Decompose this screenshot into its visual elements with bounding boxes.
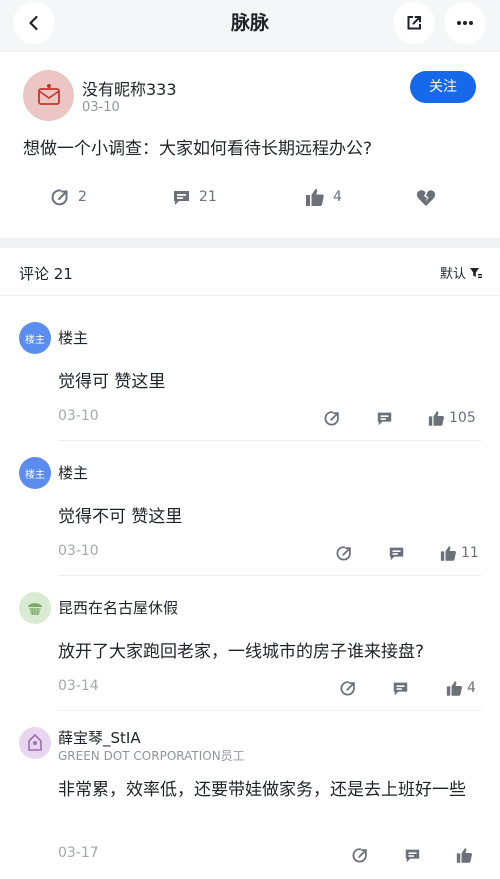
comment-text: 觉得可 赞这里 — [58, 372, 166, 392]
comment-forward-button[interactable] — [324, 408, 341, 428]
envelope-avatar-icon — [35, 82, 63, 110]
like-count: 105 — [449, 410, 476, 426]
avatar-label: 楼主 — [25, 334, 45, 346]
comment-like-button[interactable]: 11 — [440, 543, 479, 563]
commenter-name[interactable]: 昆西在名古屋休假 — [58, 597, 178, 618]
commenter-name[interactable]: 楼主 — [58, 327, 88, 348]
comment-text: 非常累，效率低，还要带娃做家务，还是去上班好一些 — [58, 780, 466, 800]
avatar[interactable]: 楼主 — [19, 457, 51, 489]
thumbs-up-icon — [428, 410, 445, 427]
forward-count: 2 — [78, 189, 87, 205]
comment-icon — [172, 188, 191, 207]
post-date: 03-10 — [82, 100, 120, 115]
divider — [58, 575, 482, 576]
comments-title: 评论 21 — [19, 265, 73, 283]
comment-date: 03-17 — [58, 845, 99, 861]
forward-icon — [340, 680, 357, 697]
thumbs-up-icon — [305, 188, 325, 207]
like-count: 4 — [333, 189, 342, 205]
comment-reply-button[interactable] — [404, 845, 421, 865]
comment-reply-button[interactable] — [392, 678, 409, 698]
post-question: 想做一个小调查：大家如何看待长期远程办公? — [23, 139, 373, 159]
commenter-company: GREEN DOT CORPORATION员工 — [58, 749, 245, 763]
comment-forward-button[interactable] — [352, 845, 369, 865]
commenter-name[interactable]: 楼主 — [58, 462, 88, 483]
comment-like-button[interactable] — [456, 845, 477, 865]
avatar[interactable] — [19, 727, 51, 759]
dislike-button[interactable] — [416, 184, 436, 210]
sort-dropdown[interactable]: 默认 — [440, 263, 482, 282]
comment-forward-button[interactable] — [340, 678, 357, 698]
filter-icon — [469, 266, 482, 279]
like-count: 4 — [467, 680, 476, 696]
comment-reply-button[interactable] — [388, 543, 405, 563]
comment-text: 放开了大家跑回老家，一线城市的房子谁来接盘? — [58, 642, 425, 662]
comments-section: 评论 21 默认 楼主 楼主 觉得可 赞这里 03-10 105 楼主 楼主 觉… — [0, 248, 500, 879]
forward-icon — [51, 188, 70, 207]
comment-date: 03-10 — [58, 408, 99, 424]
share-button[interactable] — [393, 2, 435, 44]
comment-text: 觉得不可 赞这里 — [58, 507, 183, 527]
share-icon — [405, 14, 423, 32]
broken-heart-icon — [416, 188, 436, 207]
cupcake-avatar-icon — [25, 598, 45, 618]
sort-label: 默认 — [439, 267, 466, 282]
forward-icon — [352, 847, 369, 864]
author-name[interactable]: 没有昵称333 — [82, 76, 177, 100]
thumbs-up-icon — [446, 680, 463, 697]
forward-icon — [336, 545, 353, 562]
avatar-label: 楼主 — [25, 469, 45, 481]
commenter-name[interactable]: 薛宝琴_StIA — [58, 727, 141, 748]
comment-like-button[interactable]: 4 — [446, 678, 476, 698]
comments-header: 评论 21 默认 — [0, 248, 500, 296]
comment-icon — [392, 680, 409, 697]
more-button[interactable] — [444, 2, 486, 44]
divider — [58, 440, 482, 441]
comment-date: 03-14 — [58, 678, 99, 694]
comment-button[interactable]: 21 — [172, 184, 217, 210]
comment-forward-button[interactable] — [336, 543, 353, 563]
comment-count: 21 — [199, 189, 217, 205]
comment-date: 03-10 — [58, 543, 99, 559]
comment-icon — [376, 410, 393, 427]
comment-reply-button[interactable] — [376, 408, 393, 428]
thumbs-up-icon — [456, 847, 473, 864]
forward-button[interactable]: 2 — [51, 184, 87, 210]
like-count: 11 — [461, 545, 479, 561]
comment-like-button[interactable]: 105 — [428, 408, 476, 428]
post-actions: 2 21 4 — [0, 184, 500, 210]
avatar[interactable] — [19, 592, 51, 624]
house-avatar-icon — [25, 733, 45, 753]
comment-icon — [404, 847, 421, 864]
comment-icon — [388, 545, 405, 562]
avatar[interactable] — [23, 70, 74, 121]
more-dots-icon — [456, 20, 474, 26]
avatar[interactable]: 楼主 — [19, 322, 51, 354]
thumbs-up-icon — [440, 545, 457, 562]
like-button[interactable]: 4 — [305, 184, 342, 210]
forward-icon — [324, 410, 341, 427]
divider — [58, 710, 482, 711]
top-nav: 脉脉 — [0, 0, 500, 50]
post-card: 没有昵称333 03-10 关注 想做一个小调查：大家如何看待长期远程办公? 2… — [0, 52, 500, 238]
follow-button[interactable]: 关注 — [410, 71, 476, 103]
